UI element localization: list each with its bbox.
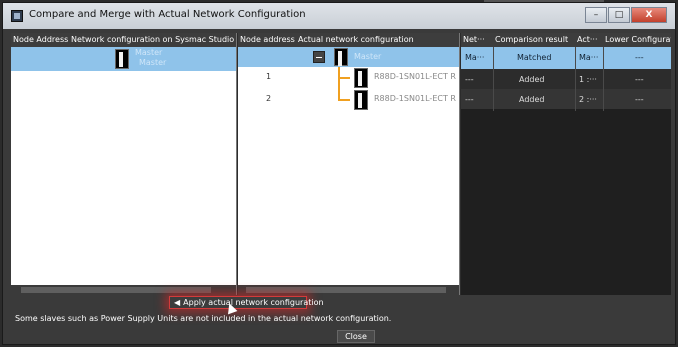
master-label-actual: Master [354,52,382,61]
cell-result: Added [519,75,545,84]
cell-act: 1 :··· [579,75,597,84]
sysmac-configuration-panel: Node Address Network configuration on Sy… [11,33,237,295]
master-row-left[interactable]: Master Master [11,47,236,71]
slave-node-number: 2 [266,94,272,103]
info-message: Some slaves such as Power Supply Units a… [15,314,392,323]
collapse-icon[interactable] [313,51,325,63]
col-node-address[interactable]: Node Address [13,33,69,47]
app-icon [11,10,23,22]
cell-result: Matched [517,53,552,62]
compare-merge-dialog: Compare and Merge with Actual Network Co… [2,2,676,345]
servo-drive-icon [354,90,368,110]
master-row-middle[interactable]: Master [238,47,459,67]
col-actual-network-config[interactable]: Actual network configuration [298,33,459,47]
cell-result: Added [519,95,545,104]
col-network-config-sysmac[interactable]: Network configuration on Sysmac Studio [71,33,236,47]
slave-name: R88D-1SN01L-ECT R [374,94,456,103]
cell-lower: --- [635,95,644,104]
master-device-icon [115,49,129,69]
scroll-thumb[interactable] [21,287,211,293]
col-node-address-actual[interactable]: Node address [240,33,296,47]
slave-name: R88D-1SN01L-ECT R [374,72,456,81]
servo-drive-icon [354,68,368,88]
window-title: Compare and Merge with Actual Network Co… [29,9,306,20]
results-header: Net··· Comparison result Act··· Lower Co… [461,33,671,47]
slave-row-1[interactable]: 1 R88D-1SN01L-ECT R [238,67,459,89]
cell-act: 2 :··· [579,95,597,104]
slave-node-number: 1 [266,72,272,81]
apply-button-label: Apply actual network configuration [183,298,324,307]
scroll-thumb[interactable] [246,287,446,293]
col-comparison-result[interactable]: Comparison result [495,33,575,47]
col-net[interactable]: Net··· [463,33,491,47]
comparison-area: Node Address Network configuration on Sy… [11,33,671,295]
column-divider [603,47,604,111]
cell-net: --- [465,95,474,104]
close-window-button[interactable]: X [631,7,667,23]
col-act[interactable]: Act··· [577,33,603,47]
apply-actual-configuration-button[interactable]: ◀ Apply actual network configuration [169,296,324,309]
column-divider [575,47,576,111]
middle-panel-header: Node address Actual network configuratio… [238,33,459,47]
cell-act: Ma··· [579,53,599,62]
col-lower-configuration[interactable]: Lower Configuration [605,33,671,47]
left-panel-header: Node Address Network configuration on Sy… [11,33,236,47]
master-label-2: Master [139,58,167,67]
left-horizontal-scrollbar[interactable] [11,285,236,295]
cell-net: --- [465,75,474,84]
middle-horizontal-scrollbar[interactable] [238,285,459,295]
cell-lower: --- [635,75,644,84]
maximize-button[interactable]: □ [608,7,630,23]
title-bar: Compare and Merge with Actual Network Co… [3,3,675,29]
window-controls: – □ X [585,7,667,23]
left-arrow-icon: ◀ [174,298,181,307]
close-button[interactable]: Close [337,330,375,343]
master-device-icon-actual [334,48,348,66]
actual-configuration-panel: Node address Actual network configuratio… [238,33,460,295]
slave-row-2[interactable]: 2 R88D-1SN01L-ECT R [238,89,459,111]
comparison-results-panel: Net··· Comparison result Act··· Lower Co… [461,33,671,295]
cell-lower: --- [635,53,644,62]
column-divider [493,47,494,111]
cell-net: Ma··· [465,53,485,62]
minimize-button[interactable]: – [585,7,607,23]
master-label-1: Master [135,48,163,57]
